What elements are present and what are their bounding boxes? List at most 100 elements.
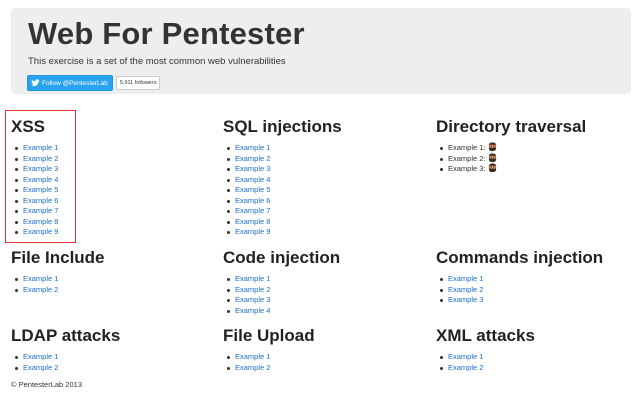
- example-link[interactable]: Example 1: [235, 352, 270, 361]
- section-title: SQL injections: [223, 117, 342, 136]
- list-item: Example 3: [227, 164, 342, 175]
- page-subtitle: This exercise is a set of the most commo…: [28, 56, 286, 67]
- list-item: Example 7: [14, 206, 58, 217]
- example-list: Example 1 Example 2 Example 3 Example 4 …: [11, 143, 58, 238]
- list-item: Example 6: [14, 196, 58, 207]
- list-item: Example 2: [227, 154, 342, 165]
- example-link[interactable]: Example 7: [23, 206, 58, 215]
- example-link[interactable]: Example 9: [235, 227, 270, 236]
- section-commands-injection: Commands injection Example 1 Example 2 E…: [436, 248, 603, 306]
- example-list: Example 1: Example 2: Example 3:: [436, 142, 586, 175]
- ninja-icon[interactable]: [488, 153, 497, 163]
- follow-button[interactable]: Follow @PentesterLab: [27, 75, 113, 91]
- hero-banner: Web For Pentester This exercise is a set…: [11, 8, 631, 94]
- list-item: Example 9: [227, 227, 342, 238]
- section-title: XML attacks: [436, 326, 535, 345]
- list-item: Example 2: [227, 363, 315, 374]
- section-title: LDAP attacks: [11, 326, 121, 345]
- example-link[interactable]: Example 4: [23, 175, 58, 184]
- example-link[interactable]: Example 1: [448, 352, 483, 361]
- example-label: Example 2:: [448, 153, 486, 163]
- example-link[interactable]: Example 2: [23, 363, 58, 372]
- list-item: Example 1: [439, 274, 603, 285]
- example-link[interactable]: Example 2: [448, 363, 483, 372]
- list-item: Example 2: [440, 363, 535, 374]
- example-list: Example 1 Example 2: [436, 352, 535, 373]
- section-xss: XSS Example 1 Example 2 Example 3 Exampl…: [11, 117, 58, 238]
- section-file-include: File Include Example 1 Example 2: [11, 248, 105, 295]
- example-link[interactable]: Example 3: [235, 295, 270, 304]
- section-ldap-attacks: LDAP attacks Example 1 Example 2: [11, 326, 120, 373]
- list-item: Example 5: [14, 185, 58, 196]
- example-link[interactable]: Example 3: [235, 164, 270, 173]
- example-list: Example 1 Example 2: [223, 352, 315, 373]
- list-item: Example 1: [14, 352, 120, 363]
- followers-count[interactable]: 5,911 followers: [115, 76, 161, 90]
- example-link[interactable]: Example 6: [23, 196, 58, 205]
- list-item: Example 4: [14, 175, 58, 186]
- example-link[interactable]: Example 1: [235, 143, 270, 152]
- example-link[interactable]: Example 4: [235, 175, 270, 184]
- example-link[interactable]: Example 2: [235, 154, 270, 163]
- example-link[interactable]: Example 2: [23, 285, 58, 294]
- section-file-upload: File Upload Example 1 Example 2: [223, 326, 315, 373]
- example-link[interactable]: Example 1: [23, 352, 58, 361]
- list-item: Example 2: [14, 154, 58, 165]
- example-link[interactable]: Example 1: [23, 143, 58, 152]
- section-title: XSS: [11, 117, 46, 136]
- list-item: Example 5: [227, 185, 342, 196]
- ninja-icon[interactable]: [488, 163, 497, 173]
- example-link[interactable]: Example 2: [23, 154, 58, 163]
- section-xml-attacks: XML attacks Example 1 Example 2: [436, 326, 535, 373]
- section-title: File Upload: [223, 326, 315, 345]
- list-item: Example 7: [227, 206, 342, 217]
- example-link[interactable]: Example 9: [23, 227, 58, 236]
- section-title: File Include: [11, 248, 105, 267]
- example-link[interactable]: Example 8: [235, 217, 270, 226]
- example-link[interactable]: Example 4: [235, 306, 270, 315]
- example-link[interactable]: Example 8: [23, 217, 58, 226]
- example-link[interactable]: Example 1: [23, 274, 58, 283]
- example-link[interactable]: Example 2: [235, 285, 270, 294]
- list-item: Example 2:: [439, 153, 586, 165]
- section-title: Code injection: [223, 248, 341, 267]
- twitter-follow: Follow @PentesterLab 5,911 followers: [27, 75, 161, 91]
- example-link[interactable]: Example 5: [23, 185, 58, 194]
- list-item: Example 8: [14, 217, 58, 228]
- example-label: Example 1:: [448, 143, 486, 152]
- example-link[interactable]: Example 1: [235, 274, 270, 283]
- list-item: Example 1: [440, 352, 535, 363]
- example-list: Example 1 Example 2: [11, 274, 105, 295]
- example-list: Example 1 Example 2: [11, 352, 120, 373]
- follow-button-label: Follow @PentesterLab: [42, 79, 108, 87]
- list-item: Example 1: [15, 274, 105, 285]
- section-title: Commands injection: [436, 248, 604, 267]
- list-item: Example 4: [227, 175, 342, 186]
- ninja-icon[interactable]: [488, 142, 497, 152]
- list-item: Example 1: [227, 143, 342, 154]
- twitter-bird-icon: [31, 79, 40, 86]
- example-link[interactable]: Example 2: [235, 363, 270, 372]
- list-item: Example 2: [14, 363, 120, 374]
- example-link[interactable]: Example 6: [235, 196, 270, 205]
- list-item: Example 1: [14, 143, 58, 154]
- example-link[interactable]: Example 7: [235, 206, 270, 215]
- section-title: Directory traversal: [436, 117, 587, 136]
- list-item: Example 8: [227, 217, 342, 228]
- example-link[interactable]: Example 1: [448, 274, 483, 283]
- list-item: Example 2: [439, 285, 603, 296]
- example-list: Example 1 Example 2 Example 3 Example 4 …: [223, 143, 342, 238]
- section-sql-injections: SQL injections Example 1 Example 2 Examp…: [223, 117, 342, 238]
- list-item: Example 3: [226, 295, 340, 306]
- list-item: Example 1: [226, 274, 340, 285]
- example-link[interactable]: Example 3: [448, 295, 483, 304]
- section-code-injection: Code injection Example 1 Example 2 Examp…: [223, 248, 340, 316]
- list-item: Example 4: [226, 306, 340, 317]
- example-label: Example 3:: [448, 164, 486, 173]
- example-link[interactable]: Example 2: [448, 285, 483, 294]
- list-item: Example 9: [14, 227, 58, 238]
- example-link[interactable]: Example 3: [23, 164, 58, 173]
- list-item: Example 2: [226, 285, 340, 296]
- example-link[interactable]: Example 5: [235, 185, 270, 194]
- list-item: Example 2: [15, 285, 105, 296]
